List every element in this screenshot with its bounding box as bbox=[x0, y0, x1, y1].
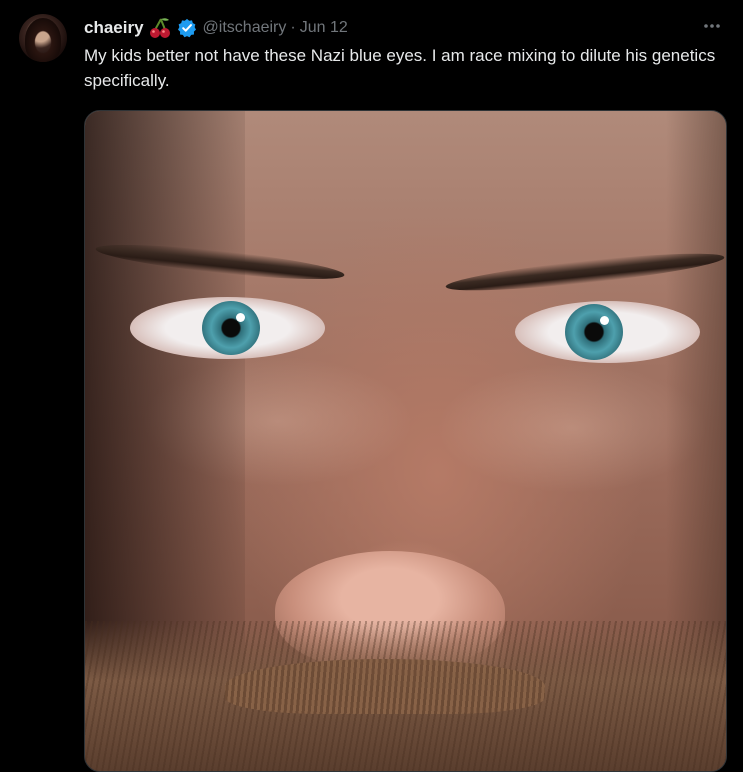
verified-badge-icon bbox=[177, 18, 197, 38]
avatar-photo bbox=[25, 18, 61, 62]
cherry-icon bbox=[149, 17, 173, 39]
handle[interactable]: @itschaeiry bbox=[203, 19, 287, 37]
mustache bbox=[225, 659, 545, 714]
right-eye bbox=[515, 301, 700, 363]
right-eye-glint bbox=[600, 316, 609, 325]
tweet-date[interactable]: Jun 12 bbox=[300, 19, 348, 37]
display-name[interactable]: chaeiry bbox=[84, 18, 144, 38]
avatar[interactable] bbox=[19, 14, 67, 62]
left-eye-glint bbox=[236, 313, 245, 322]
left-eye bbox=[130, 297, 325, 359]
tweet-header: chaeiry @itschaeiry · Jun 12 bbox=[84, 16, 348, 40]
tweet[interactable]: chaeiry @itschaeiry · Jun 12 My kids bet… bbox=[0, 0, 743, 772]
tweet-image[interactable] bbox=[84, 110, 727, 772]
right-iris bbox=[565, 304, 623, 360]
more-options-icon[interactable] bbox=[701, 16, 723, 36]
separator-dot: · bbox=[290, 19, 296, 36]
left-iris bbox=[202, 301, 260, 355]
tweet-text: My kids better not have these Nazi blue … bbox=[84, 46, 716, 90]
